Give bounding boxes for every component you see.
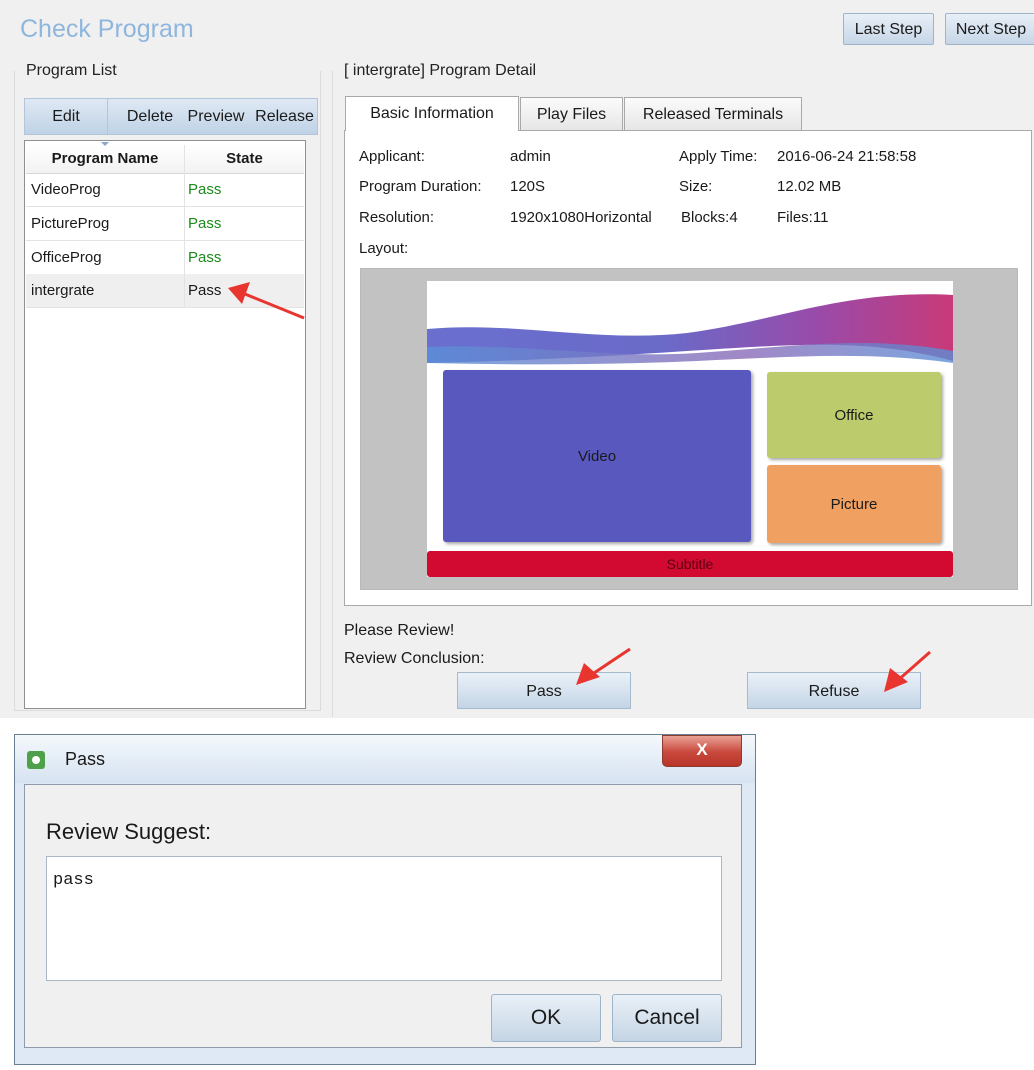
layout-label: Layout:	[359, 240, 409, 257]
preview-button[interactable]: Preview	[178, 99, 254, 134]
app-icon	[27, 751, 45, 769]
sort-indicator-icon	[101, 142, 109, 146]
state-cell: Pass	[188, 249, 222, 266]
tab-released-terminals[interactable]: Released Terminals	[624, 97, 802, 131]
release-button[interactable]: Release	[252, 99, 317, 134]
table-row-selected[interactable]: intergrate Pass	[26, 274, 304, 308]
subtitle-block: Subtitle	[427, 551, 953, 577]
program-name-cell: OfficeProg	[31, 249, 102, 266]
apply-time-value: 2016-06-24 21:58:58	[777, 148, 917, 165]
table-row[interactable]: OfficeProg Pass	[26, 241, 304, 275]
refuse-button[interactable]: Refuse	[747, 672, 921, 709]
applicant-value: admin	[510, 148, 551, 165]
size-value: 12.02 MB	[777, 178, 842, 195]
column-divider	[184, 145, 185, 308]
tab-play-files[interactable]: Play Files	[520, 97, 623, 131]
resolution-value: 1920x1080Horizontal	[510, 209, 652, 226]
dialog-title: Pass	[65, 749, 106, 769]
program-duration-label: Program Duration:	[359, 178, 482, 195]
check-program-window: Check Program Last Step Next Step Progra…	[0, 0, 1034, 718]
office-block: Office	[767, 372, 941, 458]
review-suggest-text: pass	[53, 871, 94, 890]
close-icon[interactable]: X	[662, 735, 742, 767]
program-name-cell: intergrate	[31, 282, 95, 299]
dialog-titlebar	[15, 735, 755, 783]
table-row[interactable]: VideoProg Pass	[26, 173, 304, 207]
layout-canvas: Video Office Picture Subtitle	[427, 281, 953, 577]
program-duration-value: 120S	[510, 178, 546, 195]
state-cell: Pass	[188, 181, 222, 198]
pass-button[interactable]: Pass	[457, 672, 631, 709]
apply-time-label: Apply Time:	[679, 148, 758, 165]
video-block: Video	[443, 370, 751, 542]
edit-button[interactable]: Edit	[25, 99, 108, 134]
column-header-program-name[interactable]: Program Name	[26, 145, 184, 174]
resolution-label: Resolution:	[359, 209, 435, 226]
program-name-cell: PictureProg	[31, 215, 110, 232]
size-label: Size:	[679, 178, 713, 195]
picture-block: Picture	[767, 465, 941, 543]
review-prompt: Please Review!	[344, 622, 455, 639]
state-cell: Pass	[188, 215, 222, 232]
review-suggest-label: Review Suggest:	[46, 819, 212, 844]
last-step-button[interactable]: Last Step	[843, 13, 934, 45]
table-row[interactable]: PictureProg Pass	[26, 207, 304, 241]
cancel-button[interactable]: Cancel	[612, 994, 722, 1042]
next-step-button[interactable]: Next Step	[945, 13, 1034, 45]
page-title: Check Program	[20, 15, 194, 43]
blocks-count: Blocks:4	[681, 209, 738, 226]
column-header-state[interactable]: State	[185, 145, 304, 174]
state-cell: Pass	[188, 282, 222, 299]
applicant-label: Applicant:	[359, 148, 425, 165]
program-toolbar: Edit Delete Preview Release	[24, 98, 318, 135]
review-suggest-input[interactable]: pass	[46, 856, 722, 981]
review-conclusion-label: Review Conclusion:	[344, 650, 485, 667]
program-name-cell: VideoProg	[31, 181, 101, 198]
program-table: Program Name State VideoProg Pass Pictur…	[24, 140, 306, 709]
tab-basic-information[interactable]: Basic Information	[345, 96, 519, 131]
ok-button[interactable]: OK	[491, 994, 601, 1042]
wave-banner-image	[427, 294, 953, 365]
files-count: Files:11	[777, 209, 829, 226]
